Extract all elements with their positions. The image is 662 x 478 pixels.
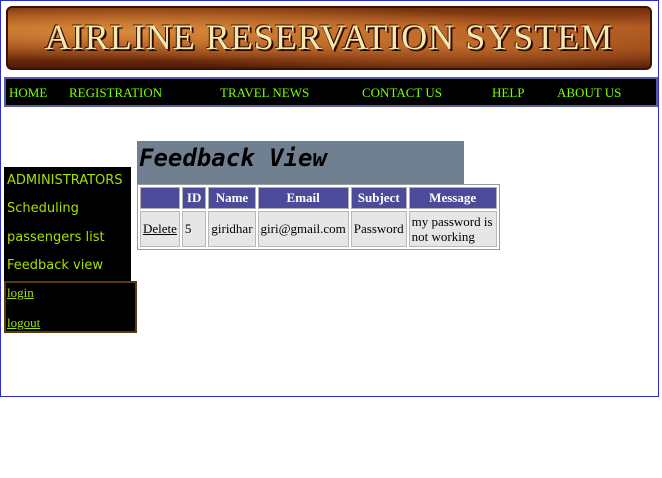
- sidebar-menu: ADMINISTRATORS Scheduling passengers lis…: [4, 167, 131, 281]
- column-header-id: ID: [181, 187, 207, 209]
- sidebar-item-scheduling[interactable]: Scheduling: [7, 201, 79, 216]
- site-banner: AIRLINE RESERVATION SYSTEM: [6, 6, 652, 70]
- nav-travel-news[interactable]: TRAVEL NEWS: [220, 85, 309, 101]
- row-email: giri@gmail.com: [257, 211, 349, 247]
- sidebar-item-feedback-view[interactable]: Feedback view: [7, 258, 103, 273]
- sidebar-item-administrators[interactable]: ADMINISTRATORS: [7, 173, 123, 188]
- column-header-action: [140, 187, 180, 209]
- column-header-message: Message: [408, 187, 497, 209]
- nav-home[interactable]: HOME: [9, 85, 47, 101]
- column-header-subject: Subject: [350, 187, 407, 209]
- nav-about-us[interactable]: ABOUT US: [557, 85, 621, 101]
- auth-links-box: login logout: [4, 281, 137, 333]
- banner-title: AIRLINE RESERVATION SYSTEM: [44, 17, 614, 57]
- row-action-cell: Delete: [140, 211, 180, 247]
- nav-registration[interactable]: REGISTRATION: [69, 85, 162, 101]
- feedback-table: ID Name Email Subject Message Delete 5 g…: [137, 184, 500, 250]
- logout-link[interactable]: logout: [7, 315, 40, 331]
- nav-contact-us[interactable]: CONTACT US: [362, 85, 442, 101]
- delete-link[interactable]: Delete: [143, 221, 177, 236]
- table-header-row: ID Name Email Subject Message: [140, 187, 497, 209]
- row-message: my password is not working: [408, 211, 497, 247]
- row-id: 5: [181, 211, 207, 247]
- sidebar-item-passengers-list[interactable]: passengers list: [7, 230, 105, 245]
- page-title: Feedback View: [139, 144, 327, 172]
- table-row: Delete 5 giridhar giri@gmail.com Passwor…: [140, 211, 497, 247]
- column-header-name: Name: [208, 187, 256, 209]
- row-name: giridhar: [208, 211, 256, 247]
- nav-help[interactable]: HELP: [492, 85, 525, 101]
- login-link[interactable]: login: [7, 285, 34, 301]
- column-header-email: Email: [257, 187, 349, 209]
- feedback-header: Feedback View: [137, 141, 464, 184]
- top-nav: HOME REGISTRATION TRAVEL NEWS CONTACT US…: [4, 77, 658, 107]
- row-subject: Password: [350, 211, 407, 247]
